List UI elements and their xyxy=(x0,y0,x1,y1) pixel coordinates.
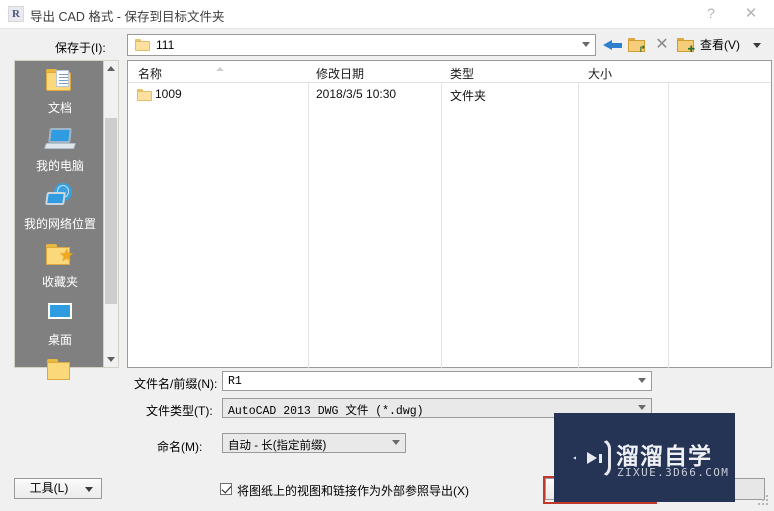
view-menu-button[interactable]: 查看(V) xyxy=(700,36,740,53)
save-in-label: 保存于(I): xyxy=(55,41,106,55)
folder-icon xyxy=(137,89,152,101)
file-list-header: 名称 修改日期 类型 大小 xyxy=(128,61,771,83)
chevron-down-icon[interactable] xyxy=(582,42,591,48)
network-icon xyxy=(44,183,76,213)
filename-value: R1 xyxy=(228,375,242,388)
column-header-modified[interactable]: 修改日期 xyxy=(316,65,364,82)
save-in-value: 111 xyxy=(156,38,175,52)
help-button[interactable]: ? xyxy=(694,0,728,27)
chevron-down-icon xyxy=(85,487,93,492)
filetype-label: 文件类型(T): xyxy=(146,404,213,418)
folder-icon xyxy=(44,357,76,387)
column-header-size[interactable]: 大小 xyxy=(588,65,612,82)
title-bar: R 导出 CAD 格式 - 保存到目标文件夹 ? ✕ xyxy=(0,0,774,29)
place-label: 文档 xyxy=(47,101,72,115)
watermark-subtitle: ZIXUE.3D66.COM xyxy=(617,466,730,479)
new-folder-button[interactable]: ✚ xyxy=(674,33,698,57)
naming-combo[interactable]: 自动 - 长(指定前缀) xyxy=(222,433,406,453)
scrollbar-thumb[interactable] xyxy=(105,118,117,304)
place-label: 收藏夹 xyxy=(41,275,78,289)
up-folder-button[interactable]: ↱ xyxy=(625,33,649,57)
computer-icon xyxy=(44,125,76,155)
documents-folder-icon xyxy=(44,67,76,97)
filename-label: 文件名/前缀(N): xyxy=(134,377,218,391)
filename-input[interactable]: R1 xyxy=(222,371,652,391)
new-folder-icon: ✚ xyxy=(677,38,695,54)
checkbox-icon[interactable] xyxy=(220,483,232,495)
chevron-down-icon[interactable] xyxy=(753,43,761,48)
delete-button[interactable]: ✕ xyxy=(650,33,674,57)
places-bar: 文档 我的电脑 我的网络位置 ★ 收藏夹 桌面 xyxy=(14,60,119,380)
up-folder-icon: ↱ xyxy=(628,38,646,54)
place-label: 我的电脑 xyxy=(35,159,84,173)
chevron-down-icon[interactable] xyxy=(638,405,647,411)
folder-icon xyxy=(135,39,150,51)
play-triangle-icon xyxy=(572,439,612,479)
column-header-type[interactable]: 类型 xyxy=(450,65,474,82)
chevron-up-icon xyxy=(107,66,115,71)
places-scrollbar[interactable] xyxy=(103,61,118,367)
cell-name: 1009 xyxy=(155,87,182,101)
naming-label: 命名(M): xyxy=(157,440,203,454)
desktop-icon xyxy=(44,299,76,329)
save-in-combo[interactable]: 111 xyxy=(127,34,596,56)
column-divider[interactable] xyxy=(668,61,669,368)
resize-grip[interactable] xyxy=(758,495,770,507)
export-cad-dialog: R 导出 CAD 格式 - 保存到目标文件夹 ? ✕ 保存于(I): 111 ↱… xyxy=(0,0,774,511)
table-row[interactable]: 1009 2018/3/5 10:30 文件夹 xyxy=(128,83,771,105)
back-arrow-icon xyxy=(603,40,623,51)
column-divider[interactable] xyxy=(308,61,309,368)
cell-modified: 2018/3/5 10:30 xyxy=(316,87,397,101)
column-header-name[interactable]: 名称 xyxy=(138,65,162,82)
cell-type: 文件夹 xyxy=(450,89,487,103)
back-button[interactable] xyxy=(601,33,625,57)
column-divider[interactable] xyxy=(441,61,442,368)
scroll-down-button[interactable] xyxy=(104,352,118,367)
close-button[interactable]: ✕ xyxy=(734,0,768,27)
window-title: 导出 CAD 格式 - 保存到目标文件夹 xyxy=(30,10,225,24)
tools-button-label: 工具(L) xyxy=(29,481,69,495)
watermark: 溜溜自学 ZIXUE.3D66.COM xyxy=(554,413,735,502)
chevron-down-icon xyxy=(107,357,115,362)
chevron-down-icon[interactable] xyxy=(392,440,401,446)
favorites-folder-icon: ★ xyxy=(44,241,76,271)
place-label: 桌面 xyxy=(47,333,72,347)
filetype-value: AutoCAD 2013 DWG 文件 (*.dwg) xyxy=(228,405,424,418)
autodesk-r-icon: R xyxy=(8,6,24,22)
place-label: 我的网络位置 xyxy=(23,217,96,231)
checkbox-label: 将图纸上的视图和链接作为外部参照导出(X) xyxy=(237,484,469,498)
chevron-down-icon[interactable] xyxy=(638,378,647,384)
file-list[interactable]: 名称 修改日期 类型 大小 1009 2018/3/5 10:30 文件夹 xyxy=(127,60,772,368)
tools-button[interactable]: 工具(L) xyxy=(14,478,102,499)
column-divider[interactable] xyxy=(578,61,579,368)
delete-x-icon: ✕ xyxy=(655,36,669,53)
naming-value: 自动 - 长(指定前缀) xyxy=(228,440,327,452)
sort-ascending-icon xyxy=(216,67,224,71)
scroll-up-button[interactable] xyxy=(104,61,118,76)
